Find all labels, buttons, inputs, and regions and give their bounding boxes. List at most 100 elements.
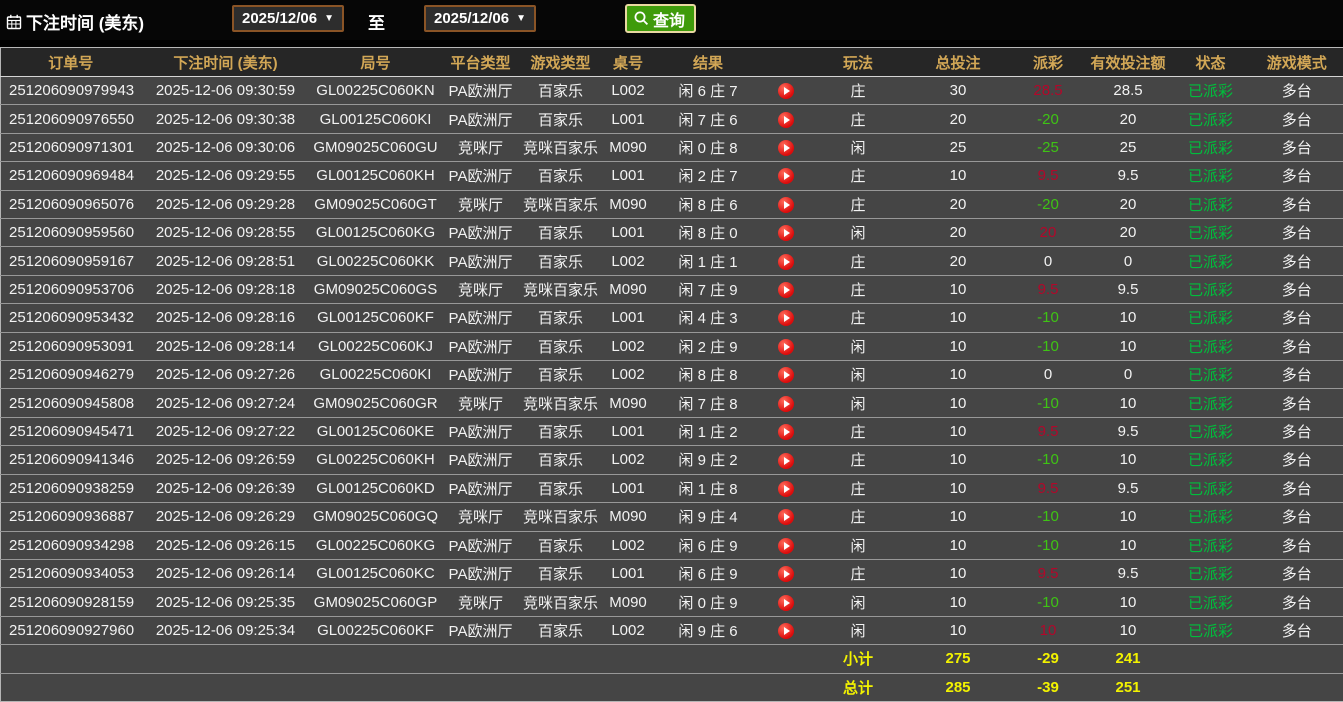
cell-result: 闲 4 庄 3 (655, 303, 761, 333)
play-icon[interactable] (777, 140, 794, 157)
col-header-play_icon (760, 47, 811, 77)
play-icon[interactable] (777, 168, 794, 185)
play-icon[interactable] (777, 196, 794, 213)
cell-play_icon (760, 587, 811, 617)
play-icon[interactable] (777, 537, 794, 554)
play-icon[interactable] (777, 282, 794, 299)
cell-play: 庄 (810, 303, 906, 333)
cell-platform (440, 672, 521, 702)
cell-play_icon (760, 104, 811, 134)
cell-play: 闲 (810, 132, 906, 162)
play-icon[interactable] (777, 622, 794, 639)
play-icon[interactable] (777, 253, 794, 270)
cell-status: 已派彩 (1170, 274, 1251, 304)
cell-payout: -10 (1010, 502, 1086, 531)
cell-payout: 9.5 (1010, 473, 1086, 503)
cell-valid: 0 (1085, 246, 1171, 276)
cell-valid: 28.5 (1113, 82, 1143, 100)
date-from-select[interactable]: 2025/12/06 ▼ (232, 5, 344, 32)
cell-payout: -10 (1010, 445, 1086, 475)
cell-game: 百家乐 (520, 558, 601, 588)
cell-valid: 10 (1085, 331, 1171, 361)
cell-mode: 多台 (1250, 218, 1343, 247)
play-icon[interactable] (777, 509, 794, 526)
play-icon[interactable] (777, 83, 794, 100)
bet-time-title: 下注时间 (美东) (6, 9, 144, 34)
cell-time: 2025-12-06 09:28:16 (140, 303, 311, 333)
cell-payout: 9.5 (1010, 274, 1086, 304)
cell-platform: PA欧洲厅 (440, 558, 521, 588)
cell-result: 闲 2 庄 9 (655, 331, 761, 361)
cell-payout: -10 (1010, 530, 1086, 560)
cell-tableno: L001 (600, 161, 656, 191)
play-icon[interactable] (777, 111, 794, 128)
date-to-select[interactable]: 2025/12/06 ▼ (424, 5, 536, 32)
cell-mode: 多台 (1250, 246, 1343, 276)
toolbar: 下注时间 (美东) 2025/12/06 ▼ 至 2025/12/06 ▼ 查询 (0, 0, 1343, 40)
cell-payout: -20 (1010, 104, 1086, 134)
cell-mode: 多台 (1250, 388, 1343, 418)
table-row: 251206090959167 2025-12-06 09:28:51 GL0022… (0, 246, 1343, 276)
cell-time: 2025-12-06 09:30:59 (155, 82, 296, 100)
query-button[interactable]: 查询 (625, 4, 697, 33)
cell-order: 251206090971301 (0, 132, 141, 162)
cell-round: GL00225C060KH (310, 445, 441, 475)
cell-result: 闲 7 庄 6 (655, 104, 761, 134)
cell-status: 已派彩 (1170, 331, 1251, 361)
cell-valid: 9.5 (1085, 473, 1171, 503)
cell-game: 百家乐 (520, 530, 601, 560)
play-icon[interactable] (777, 424, 794, 441)
cell-tableno: L001 (600, 473, 656, 503)
cell-game: 竞咪百家乐 (520, 132, 601, 162)
cell-game: 竞咪百家乐 (520, 587, 601, 617)
cell-time: 2025-12-06 09:27:24 (140, 388, 311, 418)
cell-tableno: L002 (600, 615, 656, 645)
play-icon[interactable] (777, 594, 794, 611)
cell-payout: 10 (1010, 615, 1086, 645)
cell-order: 251206090979943 (9, 82, 135, 100)
play-icon[interactable] (777, 452, 794, 469)
col-header-result: 结果 (655, 47, 761, 77)
subtotal-row: 小计 275 -29 241 (0, 644, 1343, 674)
table-row: 251206090953432 2025-12-06 09:28:16 GL0012… (0, 303, 1343, 333)
table-header-row: 订单号 下注时间 (美东) 局号 平台类型 游戏类型 桌号 结果 玩法 总投注 派彩 有效投注额 状态… (0, 47, 1343, 77)
cell-bet: 10 (905, 388, 1011, 418)
cell-mode: 多台 (1250, 530, 1343, 560)
play-icon[interactable] (777, 225, 794, 242)
col-header-bet: 总投注 (905, 47, 1011, 77)
play-icon[interactable] (777, 310, 794, 327)
cell-time: 2025-12-06 09:26:15 (140, 530, 311, 560)
cell-game: 百家乐 (520, 615, 601, 645)
cell-time: 2025-12-06 09:26:14 (140, 558, 311, 588)
play-icon[interactable] (777, 395, 794, 412)
cell-platform: PA欧洲厅 (440, 303, 521, 333)
cell-status (1170, 644, 1251, 674)
cell-platform: 竞咪厅 (440, 132, 521, 162)
cell-status: 已派彩 (1170, 360, 1251, 389)
cell-play: 闲 (810, 218, 906, 247)
cell-valid: 20 (1085, 104, 1171, 134)
play-icon[interactable] (777, 338, 794, 355)
cell-tableno: L002 (600, 445, 656, 475)
cell-payout: -10 (1010, 388, 1086, 418)
cell-tableno: L002 (600, 246, 656, 276)
table-row: 251206090953706 2025-12-06 09:28:18 GM0902… (0, 274, 1343, 304)
cell-payout: 0 (1010, 360, 1086, 389)
cell-bet: 10 (905, 473, 1011, 503)
play-icon[interactable] (777, 480, 794, 497)
cell-mode: 多台 (1250, 416, 1343, 446)
cell-play: 庄 (810, 104, 906, 134)
cell-play_icon (761, 77, 811, 105)
play-icon[interactable] (777, 367, 794, 384)
play-icon[interactable] (777, 566, 794, 583)
cell-game: 百家乐 (520, 104, 601, 134)
cell-play_icon (760, 388, 811, 418)
table-row: 251206090936887 2025-12-06 09:26:29 GM0902… (0, 502, 1343, 531)
cell-payout: -29 (1010, 644, 1086, 674)
cell-result: 闲 1 庄 1 (655, 246, 761, 276)
cell-payout: -39 (1010, 672, 1086, 702)
cell-play: 小计 (810, 644, 906, 674)
cell-round: GL00125C060KE (310, 416, 441, 446)
cell-tableno: L001 (600, 303, 656, 333)
cell-play: 闲 (810, 360, 906, 389)
